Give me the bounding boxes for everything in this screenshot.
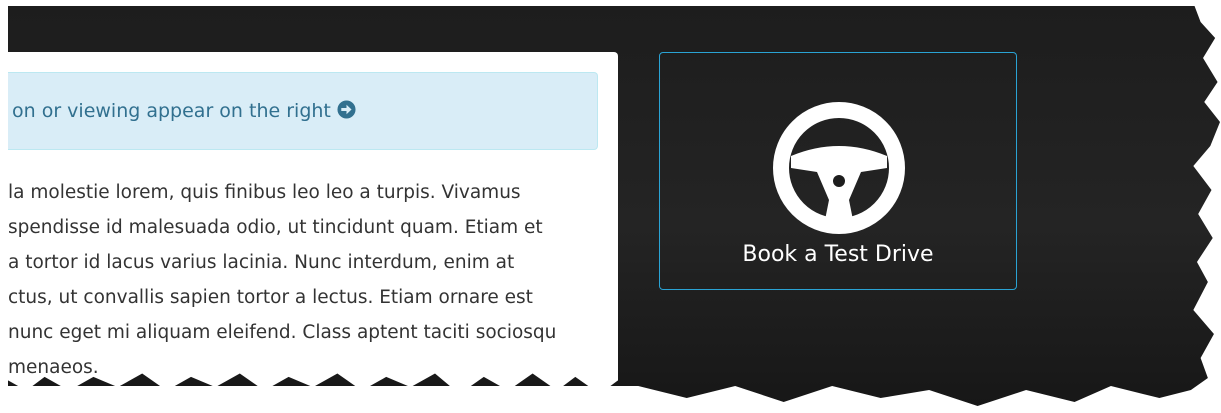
paragraph-line: ctus, ut convallis sapien tortor a lectu… (8, 287, 533, 308)
arrow-circle-right-icon (337, 100, 356, 119)
info-alert-text: on or viewing appear on the right (12, 100, 331, 122)
paragraph-line: nunc eget mi aliquam eleifend. Class apt… (8, 322, 557, 343)
paragraph-line: la molestie lorem, quis finibus leo leo … (8, 182, 521, 203)
paragraph-line: menaeos. (8, 357, 99, 378)
info-alert-message: on or viewing appear on the right (12, 100, 356, 122)
book-test-drive-label: Book a Test Drive (742, 242, 934, 267)
body-paragraph: la molestie lorem, quis finibus leo leo … (8, 182, 608, 392)
info-alert: on or viewing appear on the right (8, 72, 598, 150)
steering-wheel-icon (773, 102, 905, 234)
book-test-drive-button[interactable]: Book a Test Drive (659, 52, 1017, 290)
paragraph-line: spendisse id malesuada odio, ut tincidun… (8, 217, 543, 238)
content-card: on or viewing appear on the right la mol… (8, 52, 618, 394)
paragraph-line: a tortor id lacus varius lacinia. Nunc i… (8, 252, 515, 273)
